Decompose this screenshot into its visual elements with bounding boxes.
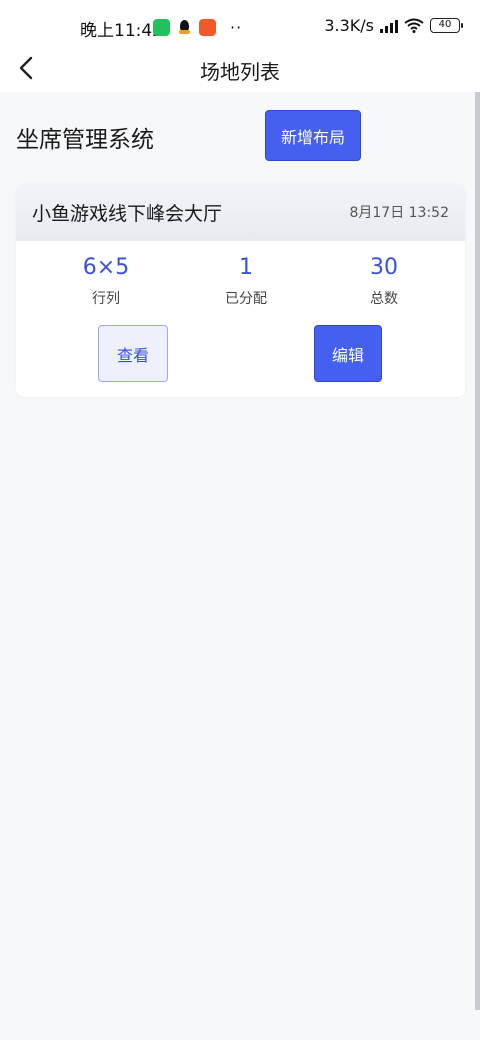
venue-card-header: 小鱼游戏线下峰会大厅 8月17日 13:52 <box>16 183 465 241</box>
scrollbar[interactable] <box>475 92 480 1010</box>
stat-value: 30 <box>370 255 398 280</box>
stat-label: 已分配 <box>225 291 267 307</box>
status-right: 3.3K/s 40 <box>324 16 463 35</box>
stat-label: 行列 <box>92 291 120 307</box>
status-time: 晚上11:42 <box>80 21 163 41</box>
stat-total: 30 总数 <box>309 255 459 308</box>
stat-value: 1 <box>239 255 253 280</box>
qq-icon <box>176 19 193 36</box>
shopping-app-icon <box>199 19 216 36</box>
status-bar: 晚上11:42 ·· 3.3K/s 40 <box>0 0 480 52</box>
add-layout-button[interactable]: 新增布局 <box>265 110 361 161</box>
wechat-icon <box>153 19 170 36</box>
nav-bar: 场地列表 <box>0 46 480 92</box>
battery-icon: 40 <box>430 18 463 33</box>
status-app-icons: ·· <box>153 18 242 37</box>
edit-button[interactable]: 编辑 <box>314 325 382 382</box>
more-notifications-icon: ·· <box>230 18 243 37</box>
venue-name: 小鱼游戏线下峰会大厅 <box>32 202 223 225</box>
wifi-icon <box>404 18 424 33</box>
stat-assigned: 1 已分配 <box>171 255 321 308</box>
system-heading: 坐席管理系统 <box>16 127 154 153</box>
stat-rows-cols: 6×5 行列 <box>31 255 181 308</box>
stat-label: 总数 <box>370 291 398 307</box>
venue-card[interactable]: 小鱼游戏线下峰会大厅 8月17日 13:52 6×5 行列 1 已分配 30 总… <box>16 183 465 397</box>
stat-value: 6×5 <box>82 255 130 280</box>
venue-datetime: 8月17日 13:52 <box>349 205 449 221</box>
view-button[interactable]: 查看 <box>98 325 168 382</box>
network-speed: 3.3K/s <box>324 16 374 35</box>
page-title: 场地列表 <box>200 60 280 84</box>
signal-icon <box>380 19 398 33</box>
venue-stats: 6×5 行列 1 已分配 30 总数 <box>16 255 465 315</box>
